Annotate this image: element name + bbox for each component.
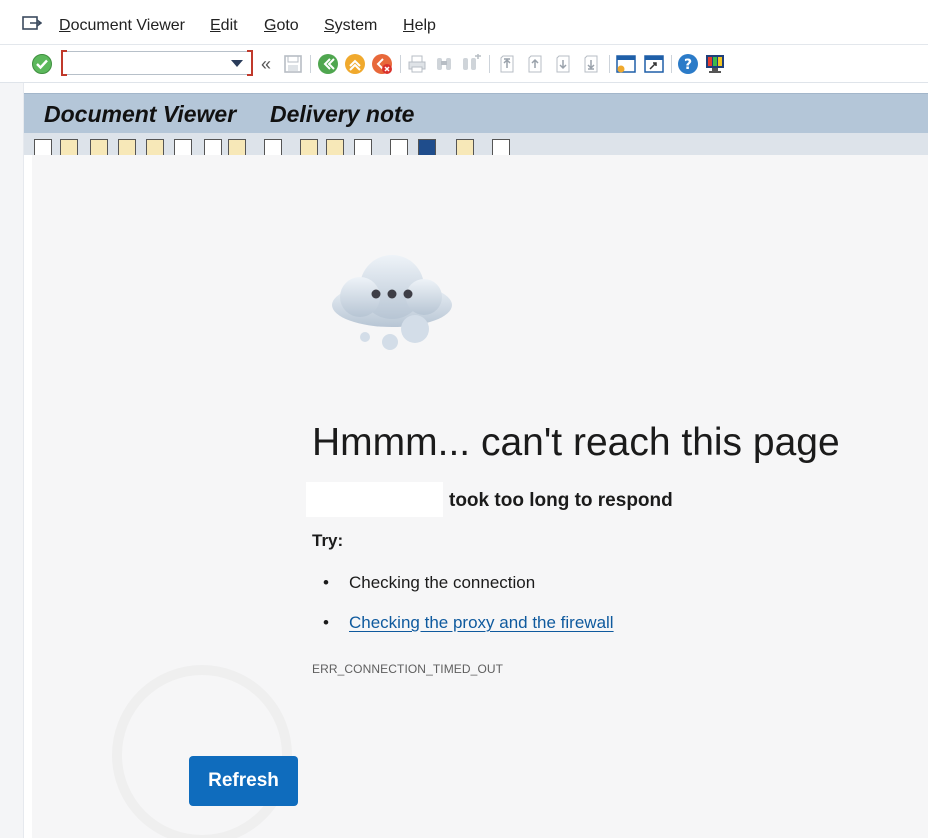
refresh-button[interactable]: Refresh [189, 756, 298, 806]
error-title: Hmmm... can't reach this page [312, 421, 840, 464]
menu-edit[interactable]: Edit [210, 16, 238, 36]
bullet: • [323, 613, 329, 632]
redacted-host [306, 482, 443, 517]
previous-page-icon [528, 55, 542, 73]
svg-text:?: ? [684, 57, 692, 73]
error-message: took too long to respond [449, 490, 673, 511]
app-title: Document Viewer [44, 101, 237, 127]
cancel-button[interactable] [371, 53, 393, 75]
enter-check-icon [32, 54, 52, 74]
print-icon [408, 55, 426, 73]
shortcut-icon [644, 55, 664, 73]
title-bar: Document Viewer Delivery note [24, 93, 928, 133]
find-next-icon [463, 54, 481, 70]
customize-layout-icon [706, 55, 724, 73]
last-page-icon [584, 55, 598, 73]
try-label: Try: [312, 531, 344, 550]
collapse-toolbar-button[interactable]: « [255, 53, 277, 75]
menu-bar: Document Viewer Edit Goto System Help [0, 0, 928, 45]
menu-help[interactable]: Help [403, 16, 436, 36]
more-doc-button[interactable] [228, 139, 246, 155]
first-page-button[interactable] [496, 53, 518, 75]
menu-system[interactable]: System [324, 16, 377, 36]
help-icon: ? [678, 54, 698, 74]
find-doc-button[interactable] [174, 139, 192, 155]
next-page-button[interactable] [552, 53, 574, 75]
blank-page-button[interactable] [264, 139, 282, 155]
bullet: • [323, 573, 329, 592]
command-field[interactable] [61, 50, 253, 76]
last-page-button[interactable] [580, 53, 602, 75]
document-list-button[interactable] [90, 139, 108, 155]
next-page-icon [556, 55, 570, 73]
print-button[interactable] [406, 53, 428, 75]
execute-button[interactable] [418, 139, 436, 155]
save-icon [284, 55, 302, 73]
create-session-button[interactable] [615, 53, 637, 75]
copy-doc-button[interactable] [204, 139, 222, 155]
first-page-icon [500, 55, 514, 73]
standard-toolbar: « ? [0, 45, 928, 83]
shortcut-button[interactable] [643, 53, 665, 75]
open-folder-button[interactable] [60, 139, 78, 155]
favorite-button[interactable] [456, 139, 474, 155]
customize-layout-button[interactable] [704, 53, 726, 75]
save-button[interactable] [282, 53, 304, 75]
table-button[interactable] [354, 139, 372, 155]
cancel-icon [372, 54, 392, 74]
exit-icon [345, 54, 365, 74]
info-button[interactable] [492, 139, 510, 155]
export-button[interactable] [390, 139, 408, 155]
find-button[interactable] [433, 53, 455, 75]
find-next-button[interactable] [460, 53, 482, 75]
error-code: ERR_CONNECTION_TIMED_OUT [312, 662, 504, 676]
suggestion-check-connection: Checking the connection [349, 573, 536, 592]
edit-doc-button[interactable] [146, 139, 164, 155]
error-page: Hmmm... can't reach this page took too l… [32, 155, 928, 838]
change-button[interactable] [326, 139, 344, 155]
menu-document-viewer[interactable]: Document Viewer [59, 16, 185, 36]
exit-button[interactable] [344, 53, 366, 75]
menu-exit-icon[interactable] [22, 15, 42, 31]
find-icon [437, 58, 451, 70]
application-toolbar [24, 133, 928, 155]
command-input[interactable] [69, 53, 229, 73]
help-button[interactable]: ? [677, 53, 699, 75]
previous-page-button[interactable] [524, 53, 546, 75]
enter-button[interactable] [31, 53, 53, 75]
cloud-offline-icon [332, 255, 452, 350]
create-session-icon [616, 55, 636, 73]
back-button[interactable] [317, 53, 339, 75]
command-dropdown-icon[interactable] [231, 60, 243, 67]
menu-goto[interactable]: Goto [264, 16, 299, 36]
left-frame [0, 83, 24, 838]
suggestion-proxy-firewall-link[interactable]: Checking the proxy and the firewall [349, 613, 614, 633]
attach-button[interactable] [300, 139, 318, 155]
settings-doc-button[interactable] [118, 139, 136, 155]
back-icon [318, 54, 338, 74]
document-title: Delivery note [270, 101, 415, 127]
new-document-button[interactable] [34, 139, 52, 155]
